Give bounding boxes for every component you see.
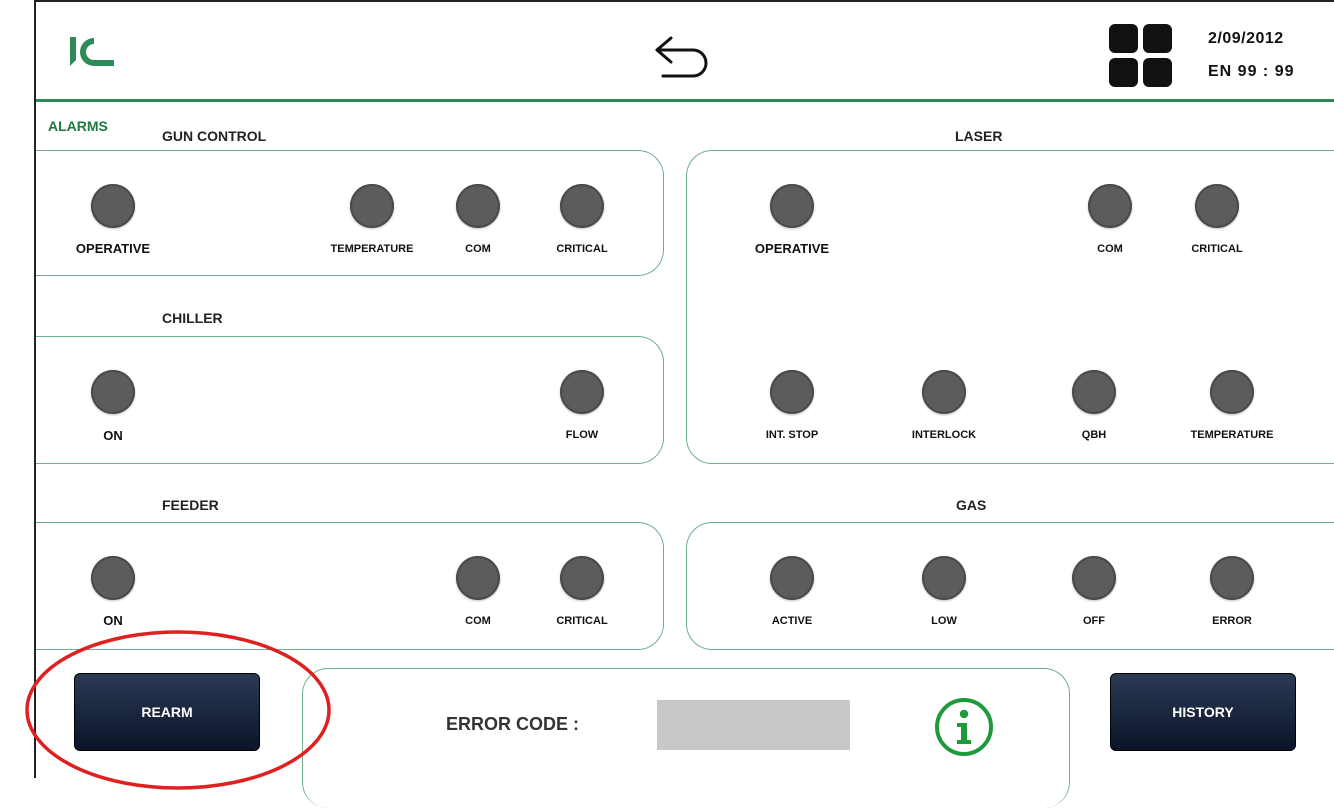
gun-temperature-led [350, 184, 394, 228]
laser-qbh-label: QBH [1081, 429, 1107, 441]
laser-com-led [1088, 184, 1132, 228]
laser-temperature-led [1210, 370, 1254, 414]
grid-square [1109, 58, 1138, 87]
laser-operative-led [770, 184, 814, 228]
window-top-border [34, 0, 1334, 2]
gun-temperature-label: TEMPERATURE [330, 243, 414, 255]
gas-low-led [922, 556, 966, 600]
chiller-flow-label: FLOW [565, 429, 599, 441]
gun-operative-label: OPERATIVE [75, 241, 151, 256]
laser-temperature-label: TEMPERATURE [1190, 429, 1274, 441]
gun-control-title: GUN CONTROL [162, 128, 267, 144]
page-title: ALARMS [48, 118, 108, 134]
error-code-field [657, 700, 850, 750]
laser-int-stop-led [770, 370, 814, 414]
gun-operative-led [91, 184, 135, 228]
feeder-critical-led [560, 556, 604, 600]
chiller-flow-led [560, 370, 604, 414]
chiller-on-led [91, 370, 135, 414]
gas-active-led [770, 556, 814, 600]
info-icon[interactable] [933, 696, 995, 758]
laser-critical-label: CRITICAL [1191, 243, 1243, 255]
back-arrow-icon[interactable] [649, 30, 719, 82]
feeder-critical-label: CRITICAL [556, 615, 608, 627]
laser-title: LASER [955, 128, 1003, 144]
gas-error-led [1210, 556, 1254, 600]
gun-critical-led [560, 184, 604, 228]
gas-off-led [1072, 556, 1116, 600]
laser-int-stop-label: INT. STOP [765, 429, 819, 441]
chiller-title: CHILLER [162, 310, 223, 326]
gas-low-label: LOW [931, 615, 957, 627]
feeder-com-label: COM [465, 615, 491, 627]
gas-active-label: ACTIVE [771, 615, 813, 627]
company-logo [70, 37, 114, 66]
gas-title: GAS [956, 497, 987, 513]
feeder-com-led [456, 556, 500, 600]
grid-square [1143, 24, 1172, 53]
laser-qbh-led [1072, 370, 1116, 414]
menu-grid-icon[interactable] [1109, 24, 1173, 88]
gun-critical-label: CRITICAL [556, 243, 608, 255]
feeder-title: FEEDER [162, 497, 219, 513]
laser-operative-label: OPERATIVE [754, 241, 830, 256]
gas-error-label: ERROR [1212, 615, 1252, 627]
feeder-on-led [91, 556, 135, 600]
laser-com-label: COM [1097, 243, 1123, 255]
laser-interlock-label: INTERLOCK [911, 429, 977, 441]
chiller-on-label: ON [103, 428, 123, 443]
header-divider [36, 99, 1334, 102]
error-code-label: ERROR CODE : [446, 714, 580, 734]
history-button[interactable]: HISTORY [1110, 673, 1296, 751]
laser-critical-led [1195, 184, 1239, 228]
gun-com-label: COM [465, 243, 491, 255]
header-date: 2/09/2012 [1208, 30, 1284, 47]
grid-square [1143, 58, 1172, 87]
grid-square [1109, 24, 1138, 53]
feeder-on-label: ON [103, 613, 123, 628]
header-time: EN 99 : 99 [1208, 63, 1295, 80]
rearm-button[interactable]: REARM [74, 673, 260, 751]
laser-interlock-led [922, 370, 966, 414]
gas-off-label: OFF [1083, 615, 1105, 627]
gun-com-led [456, 184, 500, 228]
